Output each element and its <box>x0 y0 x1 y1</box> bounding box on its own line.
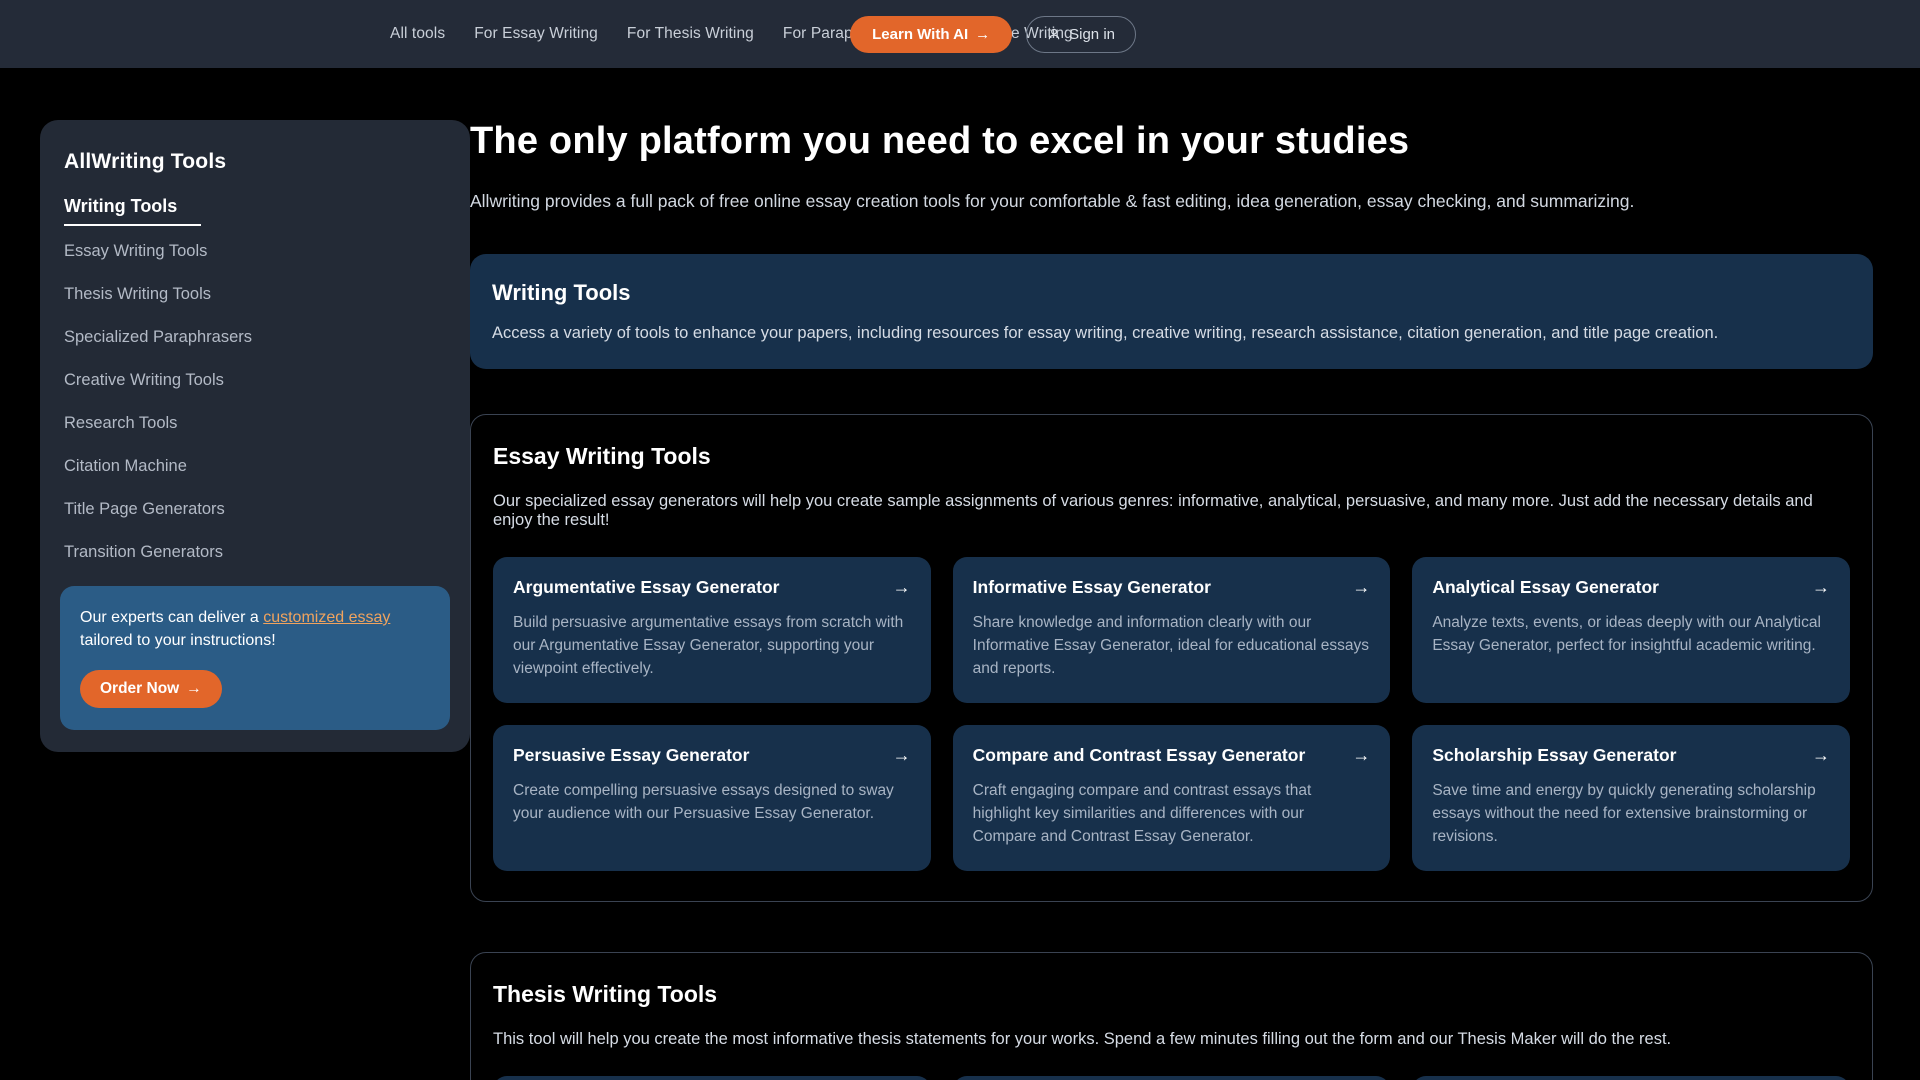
sidebar-item-research-tools[interactable]: Research Tools <box>40 414 470 433</box>
tool-card[interactable]: Thesis Maker → <box>493 1075 931 1080</box>
sidebar-wrapper: AllWriting Tools Writing Tools Essay Wri… <box>0 120 470 1080</box>
sidebar-title: AllWriting Tools <box>64 150 227 173</box>
nav-link-all-tools[interactable]: All tools <box>390 25 445 43</box>
top-navigation-bar: All tools For Essay Writing For Thesis W… <box>0 0 1920 68</box>
tool-card-grid: Thesis Maker → Compare and Contrast Thes… <box>493 1075 1850 1080</box>
tool-card[interactable]: Scholarship Essay Generator → Save time … <box>1412 724 1850 871</box>
arrow-right-icon: → <box>1352 744 1371 765</box>
promo-link-customized-essay[interactable]: customized essay <box>263 609 390 626</box>
card-title: Persuasive Essay Generator <box>513 744 750 765</box>
promo-text-before: Our experts can deliver a <box>80 609 264 626</box>
sidebar-item-citation-machine[interactable]: Citation Machine <box>40 457 470 476</box>
body-layout: AllWriting Tools Writing Tools Essay Wri… <box>0 68 1920 1080</box>
tool-card[interactable]: Analytical Essay Generator → Analyze tex… <box>1412 557 1850 703</box>
sidebar-item-transition-generators[interactable]: Transition Generators <box>40 543 470 562</box>
page-root: All tools For Essay Writing For Thesis W… <box>0 0 1920 1080</box>
tool-card[interactable]: Argumentative Essay Generator → Build pe… <box>493 557 931 703</box>
promo-text: Our experts can deliver a customized ess… <box>80 606 430 652</box>
section-thesis-writing-tools: Thesis Writing Tools This tool will help… <box>470 951 1873 1080</box>
promo-text-after: tailored to your instructions! <box>80 632 276 650</box>
section-description: This tool will help you create the most … <box>493 1029 1672 1048</box>
arrow-right-icon: → <box>1811 577 1830 597</box>
sign-in-label: Sign in <box>1069 25 1115 43</box>
card-title: Argumentative Essay Generator <box>513 577 780 597</box>
card-description: Save time and energy by quickly generati… <box>1432 781 1816 845</box>
sign-in-button[interactable]: Sign in <box>1026 15 1136 53</box>
banner-title: Writing Tools <box>492 280 631 305</box>
card-title: Analytical Essay Generator <box>1432 577 1659 597</box>
tool-card[interactable]: Argumentative Thesis Generator → <box>1412 1075 1850 1080</box>
card-title: Compare and Contrast Essay Generator <box>972 744 1306 765</box>
writing-tools-banner: Writing Tools Access a variety of tools … <box>470 254 1873 369</box>
tool-card[interactable]: Informative Essay Generator → Share know… <box>952 557 1391 703</box>
arrow-right-icon: → <box>892 577 911 597</box>
section-title: Essay Writing Tools <box>493 443 711 469</box>
card-description: Craft engaging compare and contrast essa… <box>972 781 1312 845</box>
tool-card[interactable]: Compare and Contrast Thesis Generator → <box>952 1075 1391 1080</box>
section-description: Our specialized essay generators will he… <box>493 492 1813 529</box>
section-essay-writing-tools: Essay Writing Tools Our specialized essa… <box>470 414 1873 902</box>
card-header: Analytical Essay Generator → <box>1432 577 1830 598</box>
section-title: Thesis Writing Tools <box>493 980 718 1007</box>
card-description: Create compelling persuasive essays desi… <box>513 781 894 822</box>
learn-with-ai-label: Learn With AI <box>872 25 969 43</box>
page-subtitle: Allwriting provides a full pack of free … <box>470 191 1635 211</box>
card-title: Informative Essay Generator <box>972 577 1211 597</box>
order-now-button[interactable]: Order Now → <box>80 670 222 709</box>
sidebar-item-creative-writing-tools[interactable]: Creative Writing Tools <box>40 371 470 390</box>
learn-with-ai-button[interactable]: Learn With AI → <box>850 15 1013 53</box>
card-description: Analyze texts, events, or ideas deeply w… <box>1432 614 1821 654</box>
order-now-label: Order Now <box>100 680 180 698</box>
card-title: Scholarship Essay Generator <box>1432 744 1677 765</box>
sidebar-item-specialized-paraphrasers[interactable]: Specialized Paraphrasers <box>40 328 470 347</box>
card-header: Informative Essay Generator → <box>973 577 1371 598</box>
card-header: Persuasive Essay Generator → <box>513 745 911 766</box>
sidebar-item-title-page-generators[interactable]: Title Page Generators <box>40 500 470 519</box>
sidebar-item-writing-tools[interactable]: Writing Tools <box>64 196 202 226</box>
sidebar: AllWriting Tools Writing Tools Essay Wri… <box>40 120 470 753</box>
arrow-right-icon: → <box>1352 577 1371 597</box>
arrow-right-icon: → <box>186 680 202 698</box>
user-icon <box>1047 27 1061 41</box>
tool-card[interactable]: Compare and Contrast Essay Generator → C… <box>952 724 1391 871</box>
sidebar-item-thesis-writing-tools[interactable]: Thesis Writing Tools <box>40 285 470 304</box>
sidebar-item-essay-writing-tools[interactable]: Essay Writing Tools <box>40 242 470 261</box>
card-description: Share knowledge and information clearly … <box>972 614 1369 677</box>
promo-card: Our experts can deliver a customized ess… <box>60 586 450 731</box>
nav-actions: Learn With AI → Sign in <box>850 15 1136 53</box>
banner-description: Access a variety of tools to enhance you… <box>492 324 1719 342</box>
card-header: Scholarship Essay Generator → <box>1432 745 1830 766</box>
tool-card-grid: Argumentative Essay Generator → Build pe… <box>493 557 1850 871</box>
page-title: The only platform you need to excel in y… <box>470 120 1410 162</box>
main-content: The only platform you need to excel in y… <box>470 120 1920 1080</box>
card-description: Build persuasive argumentative essays fr… <box>513 614 904 677</box>
nav-link-for-thesis-writing[interactable]: For Thesis Writing <box>627 25 754 43</box>
nav-link-for-essay-writing[interactable]: For Essay Writing <box>474 25 598 43</box>
tool-card[interactable]: Persuasive Essay Generator → Create comp… <box>493 724 931 871</box>
card-header: Compare and Contrast Essay Generator → <box>973 745 1371 766</box>
arrow-right-icon: → <box>892 744 911 765</box>
arrow-right-icon: → <box>975 25 991 43</box>
card-header: Argumentative Essay Generator → <box>513 577 911 598</box>
arrow-right-icon: → <box>1811 744 1830 765</box>
